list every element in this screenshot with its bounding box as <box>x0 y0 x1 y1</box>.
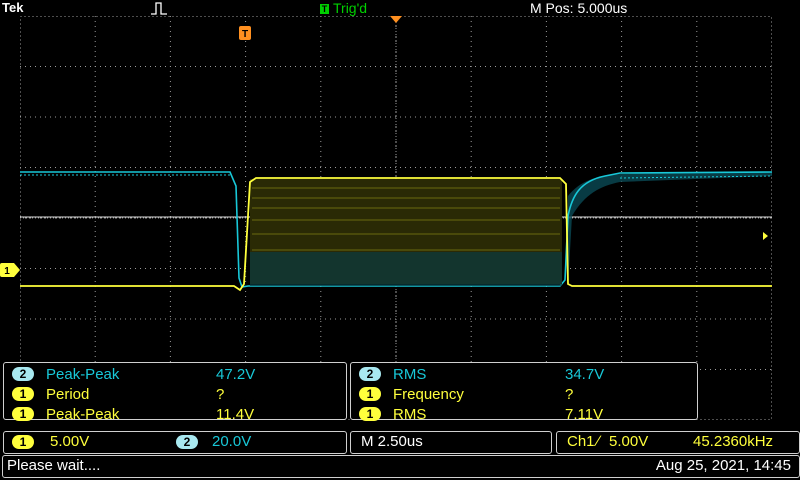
measurement-row: 2 RMS 34.7V <box>351 365 697 384</box>
ch1-scale: 5.00V <box>50 433 90 450</box>
waveform-display[interactable]: T <box>20 16 772 420</box>
measurement-row: 1 Period ? <box>4 385 346 404</box>
channel-badge: 1 <box>12 407 34 421</box>
trigger-position-marker <box>390 16 402 23</box>
measurement-value: 7.11V <box>565 406 604 423</box>
measurement-label: Period <box>46 386 90 403</box>
channel-badge: 2 <box>12 367 34 381</box>
trigger-status-icon: T <box>320 4 329 14</box>
trigger-frequency: 45.2360kHz <box>693 433 774 450</box>
channel-badge: 1 <box>359 387 381 401</box>
svg-text:T: T <box>242 29 248 40</box>
brand-logo: Tek <box>2 0 24 15</box>
measurement-value: 11.4V <box>216 406 255 423</box>
measurement-value: 47.2V <box>216 366 256 383</box>
channel-badge: 1 <box>12 387 34 401</box>
measurement-label: Peak-Peak <box>46 406 120 423</box>
status-bar: Please wait.... Aug 25, 2021, 14:45 <box>2 455 800 478</box>
measurement-panel-right[interactable]: 2 RMS 34.7V 1 Frequency ? 1 RMS 7.11V <box>350 362 698 423</box>
measurement-row: 1 Peak-Peak 11.4V <box>4 405 346 424</box>
measurement-label: RMS <box>393 366 427 383</box>
trigger-slope-icon: ∕ <box>597 433 600 450</box>
svg-text:1: 1 <box>4 266 10 277</box>
timebase-box[interactable]: M 2.50us <box>350 431 552 454</box>
channel-badge: 2 <box>359 367 381 381</box>
status-datetime: Aug 25, 2021, 14:45 <box>655 457 791 474</box>
trigger-status: T Trig'd <box>320 0 367 16</box>
trigger-status-label: Trig'd <box>333 0 368 16</box>
trigger-source: Ch1 <box>567 433 595 450</box>
measurement-value: ? <box>565 386 574 403</box>
trigger-level: 5.00V <box>609 433 649 450</box>
main-position-readout: M Pos: 5.000us <box>530 0 628 16</box>
ch2-scale: 20.0V <box>212 433 252 450</box>
trigger-marker: T <box>239 26 251 40</box>
trigger-level-arrow <box>763 232 768 240</box>
ch1-badge: 1 <box>12 435 34 449</box>
measurement-label: Peak-Peak <box>46 366 120 383</box>
measurement-label: RMS <box>393 406 427 423</box>
ch2-badge: 2 <box>176 435 198 449</box>
timebase-readout: M 2.50us <box>361 433 423 450</box>
trigger-settings-box[interactable]: Ch1 ∕ 5.00V 45.2360kHz <box>556 431 800 454</box>
header-bar: Tek T Trig'd M Pos: 5.000us <box>0 0 800 16</box>
measurement-label: Frequency <box>393 386 464 403</box>
measurement-panel-left[interactable]: 2 Peak-Peak 47.2V 1 Period ? 1 Peak-Peak… <box>3 362 347 423</box>
channel-scale-bar[interactable]: 1 5.00V 2 20.0V <box>3 431 347 454</box>
status-message: Please wait.... <box>7 457 101 474</box>
measurement-value: 34.7V <box>565 366 605 383</box>
measurement-row: 1 RMS 7.11V <box>351 405 697 424</box>
measurement-row: 1 Frequency ? <box>351 385 697 404</box>
measurement-value: ? <box>216 386 225 403</box>
channel-badge: 1 <box>359 407 381 421</box>
measurement-row: 2 Peak-Peak 47.2V <box>4 365 346 384</box>
ch1-ground-marker[interactable]: 1 <box>0 263 20 277</box>
